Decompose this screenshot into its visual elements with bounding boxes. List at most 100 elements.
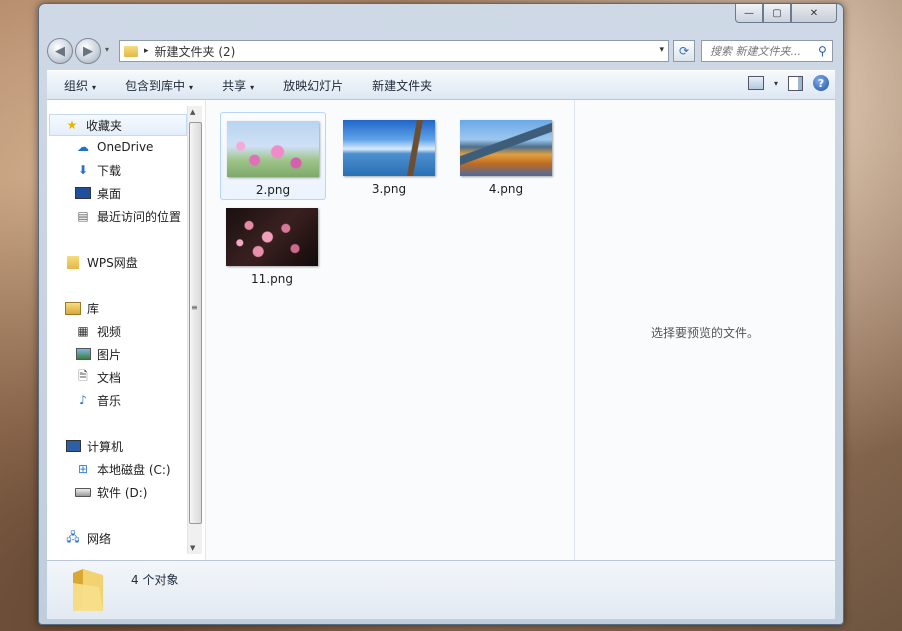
explorer-window: — ▢ ✕ ◀ ▶ ▾ ▸ 新建文件夹 (2) ▾ ⟳ ⚲ 组织▾ 包含到库中▾… — [38, 3, 844, 625]
nav-recent-label: 最近访问的位置 — [97, 209, 182, 224]
download-icon: ⬇ — [77, 163, 89, 177]
change-view-icon[interactable] — [747, 76, 764, 90]
nav-network[interactable]: 🖧 网络 — [65, 528, 111, 548]
star-icon: ★ — [66, 118, 78, 132]
new-folder-button[interactable]: 新建文件夹 — [355, 77, 444, 94]
slideshow-button[interactable]: 放映幻灯片 — [266, 77, 355, 94]
nav-onedrive-label: OneDrive — [97, 140, 154, 154]
nav-software-disk[interactable]: 软件 (D:) — [75, 482, 147, 502]
preview-pane-toggle-icon[interactable] — [788, 75, 803, 91]
nav-onedrive[interactable]: ☁ OneDrive — [75, 137, 153, 157]
preview-empty-message: 选择要预览的文件。 — [650, 326, 759, 340]
breadcrumb-current-folder[interactable]: 新建文件夹 (2) — [155, 43, 236, 60]
file-tile[interactable]: 4.png — [454, 112, 558, 198]
file-name[interactable]: 3.png — [372, 182, 406, 196]
nav-local-disk[interactable]: ⊞ 本地磁盘 (C:) — [75, 459, 171, 479]
view-options-dropdown-icon[interactable]: ▾ — [774, 79, 778, 88]
file-tile[interactable]: 3.png — [337, 112, 441, 198]
nav-computer-label: 计算机 — [87, 439, 124, 454]
item-count: 4 个对象 — [131, 573, 179, 587]
nav-recent[interactable]: ▤ 最近访问的位置 — [75, 206, 181, 226]
maximize-button[interactable]: ▢ — [763, 4, 791, 23]
windows-drive-icon: ⊞ — [77, 462, 89, 476]
recent-places-icon: ▤ — [77, 209, 89, 223]
nav-network-label: 网络 — [87, 531, 112, 546]
recent-pages-dropdown[interactable]: ▾ — [105, 45, 109, 54]
details-pane: 4 个对象 — [47, 560, 835, 619]
file-list: 2.png 3.png 4.png 11.png — [205, 100, 574, 560]
document-icon: 🗎 — [78, 368, 88, 383]
search-input[interactable] — [708, 43, 818, 59]
file-tile[interactable]: 2.png — [220, 112, 326, 200]
nav-computer[interactable]: 计算机 — [65, 436, 123, 456]
minimize-button[interactable]: — — [735, 4, 763, 23]
picture-icon — [75, 347, 91, 361]
computer-icon — [65, 439, 81, 453]
nav-documents[interactable]: 🗎 文档 — [75, 367, 121, 387]
nav-software-disk-label: 软件 (D:) — [97, 485, 148, 500]
address-dropdown-icon[interactable]: ▾ — [659, 45, 664, 55]
music-note-icon: ♪ — [79, 393, 87, 407]
nav-scrollbar[interactable]: ▲ ≡ ▼ — [187, 106, 202, 554]
close-icon: ✕ — [809, 7, 819, 19]
file-thumbnail — [460, 120, 552, 176]
scroll-thumb[interactable] — [189, 122, 202, 524]
nav-favorites[interactable]: ★ 收藏夹 — [49, 114, 187, 136]
share-menu[interactable]: 共享 ▾ — [205, 77, 266, 94]
maximize-icon: ▢ — [772, 7, 782, 19]
nav-libraries-label: 库 — [87, 301, 100, 316]
include-in-library-menu[interactable]: 包含到库中 ▾ — [108, 77, 205, 94]
scroll-down-icon[interactable]: ▼ — [190, 544, 195, 552]
content-area: ★ 收藏夹 ☁ OneDrive ⬇ 下载 桌面 ▤ 最近访问的位置 WPS网盘 库 ▦… — [47, 99, 835, 560]
preview-pane: 选择要预览的文件。 — [574, 100, 835, 560]
nav-wps[interactable]: WPS网盘 — [65, 252, 138, 272]
folder-icon — [69, 567, 107, 613]
nav-downloads-label: 下载 — [97, 163, 122, 178]
nav-wps-label: WPS网盘 — [87, 255, 138, 270]
slideshow-label: 放映幻灯片 — [283, 78, 344, 93]
breadcrumb-separator-icon[interactable]: ▸ — [144, 46, 149, 56]
minimize-icon: — — [744, 7, 754, 19]
refresh-icon: ⟳ — [678, 44, 690, 58]
organize-menu[interactable]: 组织 ▾ — [47, 77, 108, 94]
desktop-icon — [75, 186, 91, 200]
nav-documents-label: 文档 — [97, 370, 122, 385]
search-box[interactable]: ⚲ — [701, 40, 833, 62]
address-bar[interactable]: ▸ 新建文件夹 (2) ▾ — [119, 40, 669, 62]
nav-pictures[interactable]: 图片 — [75, 344, 121, 364]
nav-desktop[interactable]: 桌面 — [75, 183, 121, 203]
file-name[interactable]: 4.png — [489, 182, 523, 196]
close-button[interactable]: ✕ — [791, 4, 837, 23]
back-arrow-icon: ◀ — [55, 43, 65, 59]
include-in-library-label: 包含到库中 — [125, 78, 186, 93]
organize-label: 组织 — [64, 78, 89, 93]
file-name[interactable]: 2.png — [256, 183, 290, 197]
scroll-up-icon[interactable]: ▲ — [190, 108, 195, 116]
nav-desktop-label: 桌面 — [97, 186, 122, 201]
folder-icon — [65, 255, 81, 269]
library-icon — [65, 301, 81, 315]
refresh-button[interactable]: ⟳ — [673, 40, 695, 62]
chevron-down-icon: ▾ — [189, 82, 194, 92]
file-thumbnail — [343, 120, 435, 176]
nav-videos[interactable]: ▦ 视频 — [75, 321, 121, 341]
toolbar-right: ▾ ? — [747, 75, 829, 91]
file-thumbnail — [227, 121, 319, 177]
nav-downloads[interactable]: ⬇ 下载 — [75, 160, 121, 180]
file-tile[interactable]: 11.png — [220, 200, 324, 286]
nav-local-disk-label: 本地磁盘 (C:) — [97, 462, 171, 477]
new-folder-label: 新建文件夹 — [372, 78, 433, 93]
search-icon[interactable]: ⚲ — [818, 44, 827, 58]
scroll-grip-icon: ≡ — [191, 303, 198, 312]
address-row: ◀ ▶ ▾ ▸ 新建文件夹 (2) ▾ ⟳ ⚲ — [47, 38, 835, 64]
nav-videos-label: 视频 — [97, 324, 122, 339]
nav-libraries[interactable]: 库 — [65, 298, 99, 318]
chevron-down-icon: ▾ — [92, 82, 97, 92]
back-button[interactable]: ◀ — [47, 38, 73, 64]
command-bar: 组织 ▾ 包含到库中 ▾ 共享 ▾ 放映幻灯片 新建文件夹 ▾ ? — [47, 70, 835, 100]
file-name[interactable]: 11.png — [251, 272, 293, 286]
forward-button[interactable]: ▶ — [75, 38, 101, 64]
help-icon[interactable]: ? — [813, 75, 829, 91]
folder-icon — [124, 45, 138, 57]
nav-music[interactable]: ♪ 音乐 — [75, 390, 121, 410]
